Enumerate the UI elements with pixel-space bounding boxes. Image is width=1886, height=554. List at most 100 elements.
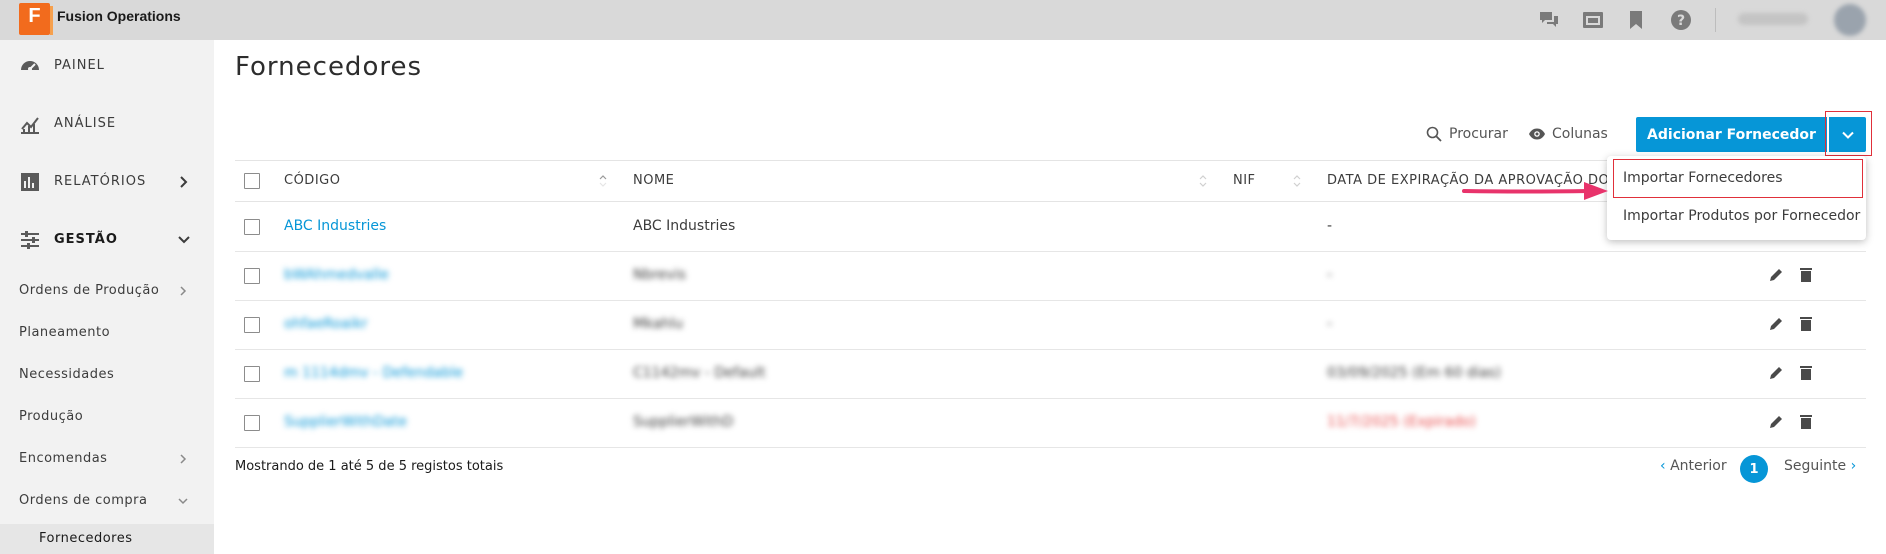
search-label: Procurar	[1449, 126, 1508, 142]
sort-icon[interactable]	[1198, 172, 1208, 190]
sort-icon[interactable]	[598, 172, 608, 190]
records-info: Mostrando de 1 até 5 de 5 registos totai…	[235, 459, 504, 474]
chat-icon[interactable]	[1537, 8, 1561, 32]
table-row[interactable]: m 1114dmv - Defendable C1142mv - Default…	[235, 350, 1866, 399]
trash-icon[interactable]	[1797, 266, 1815, 284]
add-supplier-button[interactable]: Adicionar Fornecedor	[1636, 117, 1827, 152]
sidebar-item-label: Necessidades	[19, 367, 115, 382]
highlight-box	[1825, 111, 1872, 156]
sidebar-item-label: Ordens de compra	[19, 493, 148, 508]
table-row[interactable]: bWAhmedvalle Nbrevis -	[235, 252, 1866, 301]
supplier-name: Nbrevis	[633, 267, 686, 283]
sidebar-item-label: RELATÓRIOS	[54, 174, 147, 189]
sidebar-item-label: GESTÃO	[54, 232, 118, 247]
next-label: Seguinte	[1784, 458, 1847, 474]
page-title: Fornecedores	[235, 52, 423, 82]
sidebar: PAINEL ANÁLISE RELATÓRIOS GESTÃO Ordens …	[0, 40, 214, 554]
sidebar-item-label: Ordens de Produção	[19, 283, 160, 298]
help-icon[interactable]: ?	[1669, 8, 1693, 32]
sidebar-item-label: ANÁLISE	[54, 116, 117, 131]
columns-button[interactable]: Colunas	[1528, 124, 1608, 144]
chevron-left-icon: ‹	[1660, 458, 1666, 474]
table-row[interactable]: SupplierWithDate SupplierWithD 11/7/2025…	[235, 399, 1866, 448]
bookmark-icon[interactable]	[1624, 8, 1648, 32]
supplier-name: ABC Industries	[633, 218, 736, 234]
column-header-name[interactable]: NOME	[633, 173, 674, 188]
trash-icon[interactable]	[1797, 364, 1815, 382]
supplier-name: Mkahlu	[633, 316, 684, 332]
column-header-nif[interactable]: NIF	[1233, 173, 1256, 188]
chevron-right-icon	[180, 176, 188, 188]
row-checkbox[interactable]	[244, 317, 260, 333]
row-checkbox[interactable]	[244, 219, 260, 235]
sidebar-item-ordens-compra[interactable]: Ordens de compra	[0, 486, 214, 516]
approval-expiry: -	[1327, 267, 1333, 283]
sidebar-item-label: Produção	[19, 409, 84, 424]
approval-expiry: 03/09/2025 (Em 60 dias)	[1327, 365, 1501, 381]
sidebar-item-gestao[interactable]: GESTÃO	[0, 218, 214, 262]
select-all-checkbox[interactable]	[244, 173, 260, 189]
row-checkbox[interactable]	[244, 268, 260, 284]
supplier-code-link[interactable]: ABC Industries	[284, 218, 386, 234]
menu-item-label: Importar Produtos por Fornecedor	[1623, 208, 1861, 224]
trash-icon[interactable]	[1797, 413, 1815, 431]
previous-page-button[interactable]: ‹ Anterior	[1660, 458, 1727, 474]
sidebar-item-planeamento[interactable]: Planeamento	[0, 318, 214, 348]
window-icon[interactable]	[1581, 8, 1605, 32]
sidebar-item-relatorios[interactable]: RELATÓRIOS	[0, 160, 214, 204]
chevron-right-icon	[180, 286, 187, 296]
edit-pencil-icon[interactable]	[1767, 266, 1785, 284]
reports-icon	[21, 173, 39, 191]
edit-pencil-icon[interactable]	[1767, 364, 1785, 382]
app-logo[interactable]: F	[19, 3, 53, 35]
sidebar-item-label: PAINEL	[54, 58, 105, 73]
next-page-button[interactable]: Seguinte ›	[1784, 458, 1856, 474]
sort-icon[interactable]	[1292, 172, 1302, 190]
dashboard-gauge-icon	[21, 61, 39, 71]
approval-expiry: -	[1327, 218, 1333, 234]
supplier-code-link[interactable]: SupplierWithDate	[284, 414, 407, 430]
menu-item-import-products-by-supplier[interactable]: Importar Produtos por Fornecedor	[1607, 198, 1866, 234]
management-sliders-icon	[21, 231, 39, 249]
previous-label: Anterior	[1670, 458, 1727, 474]
sidebar-item-necessidades[interactable]: Necessidades	[0, 360, 214, 390]
search-button[interactable]: Procurar	[1425, 124, 1508, 144]
row-checkbox[interactable]	[244, 415, 260, 431]
supplier-code-link[interactable]: bWAhmedvalle	[284, 267, 389, 283]
app-title: Fusion Operations	[57, 8, 181, 24]
trash-icon[interactable]	[1797, 315, 1815, 333]
page-number-button[interactable]: 1	[1740, 455, 1768, 483]
sidebar-item-label: Encomendas	[19, 451, 108, 466]
approval-expiry: -	[1327, 316, 1333, 332]
chevron-right-icon	[180, 454, 187, 464]
sidebar-item-encomendas[interactable]: Encomendas	[0, 444, 214, 474]
avatar[interactable]	[1834, 4, 1866, 36]
user-name[interactable]	[1738, 13, 1808, 25]
sidebar-item-painel[interactable]: PAINEL	[0, 44, 214, 88]
edit-pencil-icon[interactable]	[1767, 315, 1785, 333]
columns-label: Colunas	[1552, 126, 1608, 142]
analytics-chart-icon	[21, 117, 39, 134]
topbar-divider	[1715, 8, 1716, 32]
sidebar-item-producao[interactable]: Produção	[0, 402, 214, 432]
svg-text:?: ?	[1677, 13, 1685, 29]
sidebar-item-ordens-producao[interactable]: Ordens de Produção	[0, 276, 214, 306]
table-row[interactable]: ohfaeRoaikr Mkahlu -	[235, 301, 1866, 350]
row-checkbox[interactable]	[244, 366, 260, 382]
chevron-down-icon	[178, 498, 188, 505]
sidebar-item-label: Fornecedores	[39, 531, 133, 546]
annotation-arrow-icon	[1462, 182, 1608, 200]
edit-pencil-icon[interactable]	[1767, 413, 1785, 431]
highlight-box	[1613, 159, 1863, 198]
top-bar: F Fusion Operations ?	[0, 0, 1886, 40]
supplier-name: SupplierWithD	[633, 414, 734, 430]
chevron-down-icon	[178, 236, 190, 244]
sidebar-item-fornecedores[interactable]: Fornecedores	[0, 524, 214, 554]
approval-expiry: 11/7/2025 (Expirado)	[1327, 414, 1476, 430]
search-icon	[1426, 126, 1442, 142]
supplier-code-link[interactable]: ohfaeRoaikr	[284, 316, 368, 332]
column-header-code[interactable]: CÓDIGO	[284, 173, 340, 188]
sidebar-item-analise[interactable]: ANÁLISE	[0, 102, 214, 146]
supplier-code-link[interactable]: m 1114dmv - Defendable	[284, 365, 463, 381]
chevron-right-icon: ›	[1850, 458, 1857, 474]
